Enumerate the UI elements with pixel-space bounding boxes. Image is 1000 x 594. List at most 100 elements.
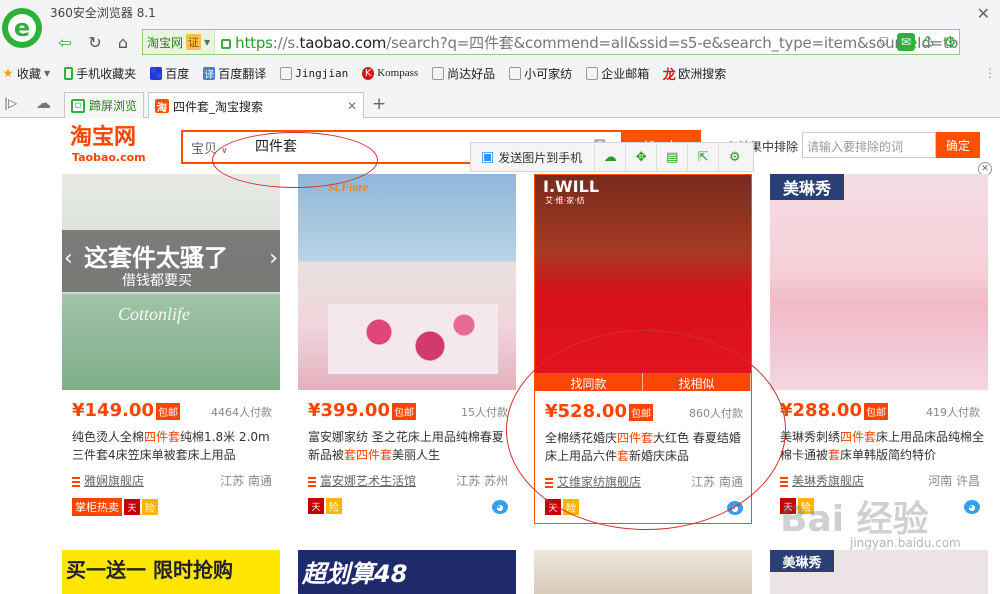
window-title: 360安全浏览器 8.1 xyxy=(50,6,156,20)
product-image[interactable]: I.WILL 艾·维·家·纺 找同款 找相似 xyxy=(535,175,751,391)
bookmark-item[interactable]: 手机收藏夹 xyxy=(64,65,136,82)
save-icon[interactable]: ▤ xyxy=(657,143,689,171)
recycle-icon[interactable]: ♺ xyxy=(919,33,937,51)
product-title[interactable]: 全棉绣花婚庆四件套大红色 春夏结婚床上用品六件套新婚庆床品 xyxy=(545,429,751,465)
shop-link[interactable]: 雅娴旗舰店 xyxy=(72,472,144,489)
bookmark-item[interactable]: 🐾 百度 xyxy=(150,65,189,82)
product-title[interactable]: 美琳秀刺绣四件套床上用品床品纯棉全棉卡通被套床单韩版简约特价 xyxy=(780,428,986,464)
address-bar-icons: ⛉ ✉ ♺ ⚙ xyxy=(875,33,959,51)
insurance-icon[interactable]: 险 xyxy=(142,499,158,515)
product-price: ¥528.00 包邮 xyxy=(545,401,653,422)
product-location: 江苏 苏州 xyxy=(456,474,508,488)
gear-icon[interactable]: ⚙ xyxy=(941,33,959,51)
address-bar[interactable]: 淘宝网 证 ▼ https://s.taobao.com/search?q=四件… xyxy=(142,29,960,55)
product-price: ¥399.00 包邮 xyxy=(308,400,416,421)
product-image[interactable] xyxy=(534,550,752,594)
product-image[interactable]: 这套件太骚了 借钱都要买 Cottonlife ‹ › xyxy=(62,174,280,390)
more-icon[interactable]: ⋮ xyxy=(984,66,996,80)
find-similar-button[interactable]: 找相似 xyxy=(643,373,751,391)
insurance-icon[interactable]: 险 xyxy=(326,498,342,514)
phone-send-icon: ▣ xyxy=(481,149,495,165)
taobao-icon: 淘 xyxy=(155,99,169,114)
page-icon xyxy=(432,66,445,80)
wangwang-chat-icon[interactable]: ◕ xyxy=(727,501,743,515)
shop-link[interactable]: 美琳秀旗舰店 xyxy=(780,472,864,489)
hot-badge[interactable]: 掌柜热卖 xyxy=(72,498,122,516)
url-text[interactable]: https://s.taobao.com/search?q=四件套&commen… xyxy=(235,32,959,53)
reload-icon[interactable]: ↻ xyxy=(84,31,106,53)
home-icon[interactable]: ⌂ xyxy=(112,31,134,53)
product-card[interactable]: St.Fiore ¥399.00 包邮 15人付款 富安娜家纺 圣之花床上用品纯棉… xyxy=(298,174,516,524)
paid-count: 419人付款 xyxy=(926,406,980,419)
product-card[interactable]: 美琳秀 ¥288.00 包邮 419人付款 美琳秀刺绣四件套床上用品床品纯棉全棉卡… xyxy=(770,174,988,524)
tab-taobao-search[interactable]: 淘 四件套_淘宝搜索 ✕ xyxy=(148,92,364,119)
wangwang-chat-icon[interactable]: ◕ xyxy=(964,500,980,514)
page-icon xyxy=(509,66,522,80)
shop-link[interactable]: 富安娜艺术生活馆 xyxy=(308,472,416,489)
chevron-down-icon: ▼ xyxy=(204,37,211,47)
tmall-icon[interactable]: 天 xyxy=(124,499,140,515)
exclude-input[interactable]: 请输入要排除的词 xyxy=(802,132,936,158)
search-input[interactable]: 四件套 xyxy=(255,136,297,156)
taobao-logo[interactable]: 淘宝网 xyxy=(70,126,136,150)
product-title[interactable]: 纯色烫人全棉四件套纯棉1.8米 2.0m三件套4床笠床单被套床上用品 xyxy=(72,428,278,464)
find-same-button[interactable]: 找同款 xyxy=(535,373,643,391)
bookmark-item[interactable]: K Kompass xyxy=(362,66,418,80)
mail-icon[interactable]: ✉ xyxy=(897,33,915,51)
search-category-select[interactable]: 宝贝 ∨ xyxy=(191,138,228,157)
certificate-badge: 证 xyxy=(186,34,202,50)
bookmark-item[interactable]: 译百度翻译 xyxy=(203,65,266,82)
paid-count: 15人付款 xyxy=(461,406,508,419)
tmall-icon[interactable]: 天 xyxy=(308,498,324,514)
address-row: ⇦ ↻ ⌂ 淘宝网 证 ▼ https://s.taobao.com/searc… xyxy=(48,29,1000,55)
bookmark-favorites[interactable]: ★ 收藏 ▼ xyxy=(2,65,51,82)
back-icon[interactable]: ⇦ xyxy=(54,31,76,53)
expand-icon[interactable]: ✥ xyxy=(626,143,658,171)
product-image[interactable]: 超划算48 xyxy=(298,550,516,594)
badges: 掌柜热卖 天 险 xyxy=(72,498,158,516)
paid-count: 4464人付款 xyxy=(211,406,272,419)
new-tab-icon[interactable]: + xyxy=(372,94,386,114)
product-location: 江苏 南通 xyxy=(691,475,743,489)
product-image[interactable]: St.Fiore xyxy=(298,174,516,390)
badges: 天 险 xyxy=(308,498,342,514)
send-to-phone-button[interactable]: ▣ 发送图片到手机 xyxy=(471,143,596,171)
star-icon: ★ xyxy=(2,66,14,80)
tmall-icon[interactable]: 天 xyxy=(545,499,561,515)
phone-icon xyxy=(64,66,74,80)
bookmark-item[interactable]: 小可家纺 xyxy=(509,65,572,82)
tab-screen-capture[interactable]: ▫ 蹄屏浏览 xyxy=(64,92,144,118)
page-icon xyxy=(280,66,293,80)
browser-logo-icon[interactable]: e xyxy=(2,8,42,48)
shop-link[interactable]: 艾维家纺旗舰店 xyxy=(545,473,641,490)
taobao-logo-sub: Taobao.com xyxy=(72,151,146,164)
settings-icon[interactable]: ⚙ xyxy=(719,143,750,171)
paid-count: 860人付款 xyxy=(689,407,743,420)
share-icon[interactable]: ⇱ xyxy=(688,143,720,171)
product-image[interactable]: 买一送一 限时抢购 xyxy=(62,550,280,594)
product-image[interactable]: 美琳秀 xyxy=(770,174,988,390)
close-icon[interactable]: ✕ xyxy=(347,99,357,113)
bookmark-item[interactable]: Jingjian xyxy=(280,66,348,80)
insurance-icon[interactable]: 险 xyxy=(563,499,579,515)
product-card[interactable]: 这套件太骚了 借钱都要买 Cottonlife ‹ › ¥149.00 包邮 44… xyxy=(62,174,280,524)
cloud-icon[interactable]: ☁ xyxy=(36,94,51,112)
bookmark-item[interactable]: 尚达好品 xyxy=(432,65,495,82)
site-identity-chip[interactable]: 淘宝网 证 ▼ xyxy=(143,30,216,54)
window-close-icon[interactable]: ✕ xyxy=(977,4,990,23)
exclude-confirm-button[interactable]: 确定 xyxy=(936,132,980,158)
product-card[interactable]: I.WILL 艾·维·家·纺 找同款 找相似 ¥528.00 包邮 860人付款 … xyxy=(534,174,752,524)
carousel-prev-icon[interactable]: ‹ xyxy=(64,246,73,271)
bookmarks-bar: ★ 收藏 ▼ 手机收藏夹 🐾 百度 译百度翻译 Jingjian K Kompass… xyxy=(0,62,1000,84)
product-image[interactable]: 美琳秀 xyxy=(770,550,988,594)
carousel-next-icon[interactable]: › xyxy=(269,246,278,271)
product-title[interactable]: 富安娜家纺 圣之花床上用品纯棉春夏新品被套四件套美丽人生 xyxy=(308,428,514,464)
bookmark-item[interactable]: 企业邮箱 xyxy=(586,65,649,82)
wangwang-chat-icon[interactable]: ◕ xyxy=(492,500,508,514)
cloud-save-icon[interactable]: ☁ xyxy=(595,143,627,171)
bookmark-item[interactable]: 龙欧洲搜索 xyxy=(663,65,727,83)
kompass-icon: K xyxy=(362,66,375,80)
shield-icon[interactable]: ⛉ xyxy=(875,33,893,51)
tab-bar: |▷ ☁ ▫ 蹄屏浏览 淘 四件套_淘宝搜索 ✕ + xyxy=(0,90,1000,119)
sidebar-toggle-icon[interactable]: |▷ xyxy=(4,96,17,110)
